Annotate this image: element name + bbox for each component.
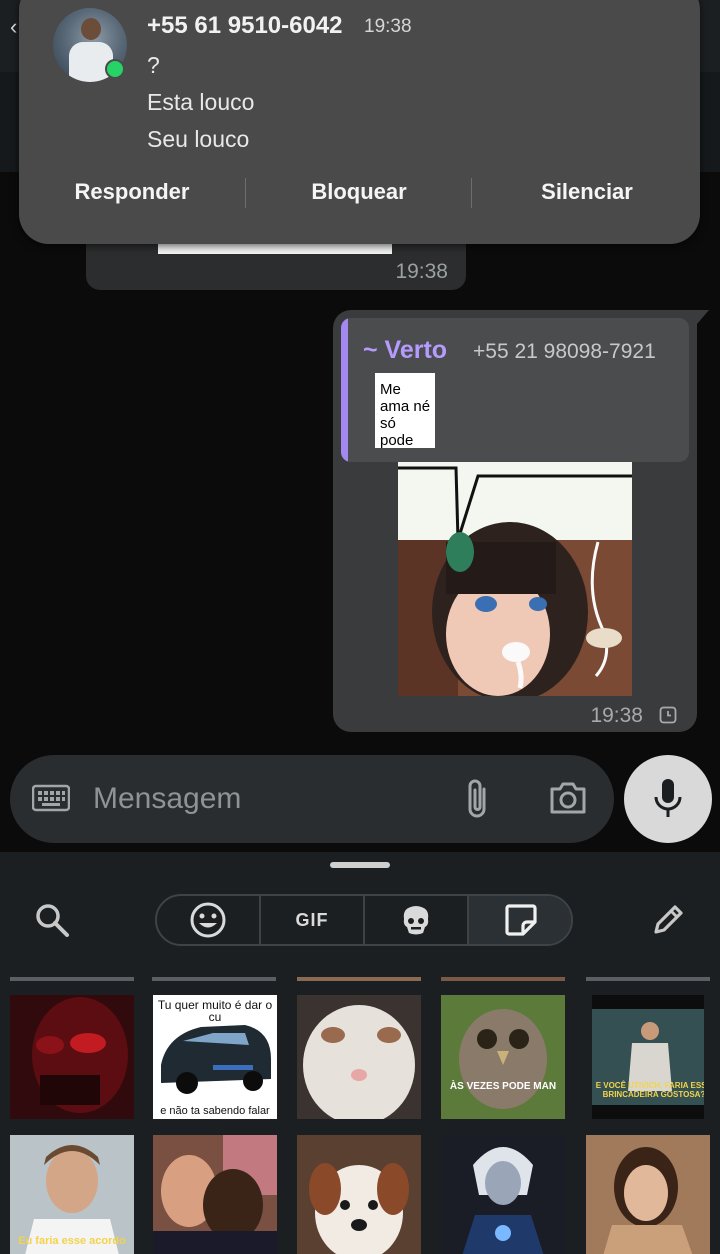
- message-input-bar[interactable]: Mensagem: [10, 755, 614, 843]
- incoming-message-time: 19:38: [395, 260, 448, 283]
- quote-thumbnail: Me ama né só pode: [375, 373, 435, 449]
- tab-stickers[interactable]: [469, 896, 571, 944]
- owl-image: [459, 1009, 547, 1109]
- white-cat-image: [303, 1005, 415, 1119]
- panel-drag-handle[interactable]: [330, 862, 390, 868]
- sticker-icon: [505, 904, 537, 936]
- notification-time: 19:38: [364, 16, 412, 37]
- image-attachment[interactable]: [398, 462, 632, 696]
- puppy-image: [309, 1163, 409, 1254]
- sticker-suit-man[interactable]: E VOCÊ UTIVICH, FARIA ESSA BRINCADEIRA G…: [592, 995, 704, 1119]
- sticker-row-edge: [297, 977, 421, 981]
- sticker-cars[interactable]: Tu quer muito é dar o cu e não ta sabend…: [153, 995, 277, 1119]
- gif-label: GIF: [295, 909, 329, 930]
- action-divider: [245, 178, 246, 208]
- sticker-puppy[interactable]: [297, 1135, 421, 1254]
- notification-line-1: ?: [147, 52, 160, 78]
- bubble-tail: [697, 310, 709, 324]
- two-men-image: [153, 1135, 277, 1254]
- sticker-row-edge: [441, 977, 565, 981]
- camera-icon[interactable]: [548, 779, 588, 817]
- emoji-icon: [190, 902, 226, 938]
- tab-avatar[interactable]: [365, 896, 469, 944]
- message-notification[interactable]: +55 61 9510-6042 19:38 ? Esta louco Seu …: [19, 0, 700, 244]
- notification-line-3: Seu louco: [147, 126, 250, 152]
- message-input-placeholder[interactable]: Mensagem: [93, 782, 241, 816]
- sticker-caption-bottom: e não ta sabendo falar: [160, 1105, 270, 1117]
- sticker-girl[interactable]: [586, 1135, 710, 1254]
- sticker-caption-top: Tu quer muito é dar o cu: [157, 998, 273, 1024]
- sticker-caption: ÀS VEZES PODE MAN: [449, 1081, 557, 1092]
- sticker-white-cat[interactable]: [297, 995, 421, 1119]
- whatsapp-badge-icon: [105, 59, 125, 79]
- tab-emoji[interactable]: [157, 896, 261, 944]
- sticker-red-mask[interactable]: [10, 995, 134, 1119]
- red-mask-image: [32, 997, 128, 1113]
- quote-author: ~ Verto: [363, 336, 448, 364]
- notification-actions: Responder Bloquear Silenciar: [19, 172, 700, 212]
- anime-warrior-image: [462, 1147, 544, 1254]
- suit-man-image: [592, 995, 704, 1119]
- quote-accent-bar: [341, 318, 348, 462]
- search-icon[interactable]: [34, 902, 70, 938]
- mute-button[interactable]: Silenciar: [512, 172, 662, 212]
- sticker-row-edge: [586, 977, 710, 981]
- sticker-panel: GIF Tu quer muito é dar o cu e não ta sa…: [0, 852, 720, 1254]
- pending-clock-icon: [659, 706, 677, 724]
- outgoing-message-bubble[interactable]: ~ Verto +55 21 98098-7921 Me ama né só p…: [333, 310, 709, 732]
- voice-record-button[interactable]: [624, 755, 712, 843]
- sticker-brad[interactable]: Eu faria esse acordo: [10, 1135, 134, 1254]
- sticker-row-edge: [152, 977, 276, 981]
- sticker-two-men[interactable]: [153, 1135, 277, 1254]
- anime-image: [398, 462, 632, 696]
- outgoing-message-time: 19:38: [590, 704, 643, 727]
- pencil-icon[interactable]: [650, 902, 686, 938]
- tab-gif[interactable]: GIF: [261, 896, 365, 944]
- avatar-icon: [403, 906, 429, 935]
- attach-paperclip-icon[interactable]: [462, 777, 494, 821]
- sticker-caption: Eu faria esse acordo: [18, 1235, 126, 1247]
- panel-tab-bar: GIF: [155, 894, 573, 946]
- quote-phone: +55 21 98098-7921: [473, 340, 656, 363]
- notification-line-2: Esta louco: [147, 89, 255, 115]
- sticker-row-edge: [10, 977, 134, 981]
- block-button[interactable]: Bloquear: [284, 172, 434, 212]
- sticker-owl[interactable]: ÀS VEZES PODE MAN: [441, 995, 565, 1119]
- notification-sender: +55 61 9510-6042: [147, 12, 343, 39]
- microphone-icon: [654, 779, 682, 817]
- action-divider: [471, 178, 472, 208]
- whatsapp-chat-screen: ‹ 19:38 ~ Verto +55 21 98098-7921 Me ama…: [0, 0, 720, 1254]
- incoming-image-edge: [158, 244, 392, 254]
- girl-image: [603, 1147, 693, 1254]
- keyboard-icon[interactable]: [32, 783, 70, 813]
- avatar-head: [81, 18, 101, 40]
- reply-button[interactable]: Responder: [57, 172, 207, 212]
- sticker-caption: E VOCÊ UTIVICH, FARIA ESSA BRINCADEIRA G…: [595, 1081, 704, 1099]
- sticker-anime-warrior[interactable]: [441, 1135, 565, 1254]
- quoted-message[interactable]: ~ Verto +55 21 98098-7921 Me ama né só p…: [341, 318, 689, 462]
- back-arrow-icon[interactable]: ‹: [10, 14, 17, 40]
